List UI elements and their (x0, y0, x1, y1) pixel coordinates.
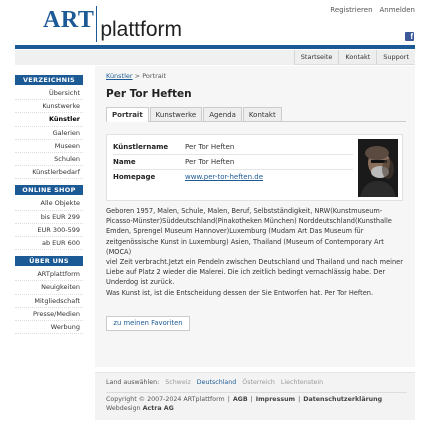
tab-bar: Portrait Kunstwerke Agenda Kontakt (106, 107, 406, 122)
tab-kunstwerke[interactable]: Kunstwerke (149, 107, 203, 121)
country-selector: Land auswählen: Schweiz Deutschland Öste… (106, 379, 323, 386)
account-links: Registrieren Anmelden (330, 6, 415, 14)
sidebar: VERZEICHNIS Übersicht Kunstwerke Künstle… (15, 75, 83, 335)
copyright-row: Copyright © 2007-2024 ARTplattform | AGB… (106, 396, 382, 403)
main-content: Künstler > Portrait Per Tor Heften Portr… (106, 72, 406, 331)
sidebar-item-schulen[interactable]: Schulen (15, 153, 83, 167)
info-value: Per Tor Heften (185, 158, 235, 166)
sidebar-item-alle-objekte[interactable]: Alle Objekte (15, 197, 83, 211)
bio-paragraph: Geboren 1957, Malen, Schule, Malen, Beru… (106, 207, 392, 256)
footer-link-impressum[interactable]: Impressum (256, 396, 295, 403)
login-link[interactable]: Anmelden (380, 6, 415, 14)
portrait-photo-icon (358, 139, 398, 197)
artist-portrait-image[interactable] (358, 139, 398, 197)
country-label: Land auswählen: (106, 379, 160, 386)
footer: Land auswählen: Schweiz Deutschland Öste… (95, 372, 415, 420)
info-row-kuenstlername: Künstlername Per Tor Heften (113, 140, 353, 155)
breadcrumb-link-kuenstler[interactable]: Künstler (106, 72, 133, 80)
info-value: Per Tor Heften (185, 143, 235, 151)
sidebar-item-uebersicht[interactable]: Übersicht (15, 87, 83, 101)
sidebar-item-eur-300-599[interactable]: EUR 300-599 (15, 224, 83, 238)
info-row-name: Name Per Tor Heften (113, 155, 353, 170)
footer-separator: | (250, 396, 253, 403)
sidebar-heading-verzeichnis: VERZEICHNIS (15, 75, 83, 85)
sidebar-item-museen[interactable]: Museen (15, 140, 83, 154)
nav-kontakt[interactable]: Kontakt (338, 50, 376, 64)
webdesign-label: Webdesign (106, 405, 141, 412)
footer-divider (106, 392, 407, 393)
footer-link-datenschutz[interactable]: Datenschutzerklärung (303, 396, 382, 403)
logo-divider (96, 6, 98, 42)
page-title: Per Tor Heften (106, 88, 192, 100)
info-key: Künstlername (113, 143, 169, 151)
country-oesterreich[interactable]: Österreich (242, 379, 275, 386)
sidebar-item-kuenstlerbedarf[interactable]: Künstlerbedarf (15, 166, 83, 180)
sidebar-item-artplattform[interactable]: ARTplattform (15, 268, 83, 282)
info-key: Homepage (113, 173, 156, 181)
sidebar-item-mitgliedschaft[interactable]: Mitgliedschaft (15, 295, 83, 308)
footer-link-agb[interactable]: AGB (233, 396, 248, 403)
webdesign-credit: Webdesign Actra AG (106, 405, 174, 412)
artist-info-table: Künstlername Per Tor Heften Name Per Tor… (113, 140, 353, 185)
info-key: Name (113, 158, 136, 166)
bio-paragraph: viel Zeit verbracht.Jetzt ein Pendeln zw… (106, 258, 403, 287)
top-nav: Startseite Kontakt Support (293, 50, 415, 65)
sidebar-item-ab-eur-600[interactable]: ab EUR 600 (15, 237, 83, 251)
country-liechtenstein[interactable]: Liechtenstein (281, 379, 323, 386)
artist-biography: Geboren 1957, Malen, Schule, Malen, Beru… (106, 206, 406, 298)
header-blue-bar (15, 45, 415, 49)
nav-startseite[interactable]: Startseite (293, 50, 339, 64)
logo[interactable]: ART plattform (43, 6, 182, 44)
homepage-link[interactable]: www.per-tor-heften.de (185, 170, 263, 185)
logo-plattform-text: plattform (100, 18, 183, 41)
footer-separator: | (227, 396, 230, 403)
country-schweiz[interactable]: Schweiz (165, 379, 191, 386)
country-deutschland[interactable]: Deutschland (197, 379, 237, 386)
sidebar-heading-ueber-uns: ÜBER UNS (15, 256, 83, 267)
footer-separator: | (298, 396, 301, 403)
tab-kontakt[interactable]: Kontakt (242, 107, 282, 121)
sidebar-item-werbung[interactable]: Werbung (15, 321, 83, 335)
webdesign-link[interactable]: Actra AG (143, 405, 174, 412)
info-row-homepage: Homepage www.per-tor-heften.de (113, 170, 353, 185)
sidebar-item-galerien[interactable]: Galerien (15, 127, 83, 140)
facebook-icon[interactable]: f (405, 32, 414, 41)
sidebar-item-bis-eur-299[interactable]: bis EUR 299 (15, 211, 83, 224)
tab-portrait[interactable]: Portrait (106, 107, 149, 122)
tab-agenda[interactable]: Agenda (203, 107, 242, 121)
sidebar-item-kuenstler[interactable]: Künstler (15, 113, 83, 127)
copyright-text: Copyright © 2007-2024 ARTplattform (106, 396, 225, 403)
sidebar-item-presse-medien[interactable]: Presse/Medien (15, 308, 83, 322)
breadcrumb-separator: > (134, 72, 141, 80)
add-to-favorites-button[interactable]: zu meinen Favoriten (106, 316, 190, 331)
register-link[interactable]: Registrieren (330, 6, 372, 14)
breadcrumb-current: Portrait (142, 72, 167, 80)
artist-info-box: Künstlername Per Tor Heften Name Per Tor… (106, 134, 403, 201)
sidebar-heading-online-shop: ONLINE SHOP (15, 185, 83, 196)
sidebar-item-kunstwerke[interactable]: Kunstwerke (15, 100, 83, 114)
breadcrumb: Künstler > Portrait (106, 72, 406, 80)
sidebar-item-neuigkeiten[interactable]: Neuigkeiten (15, 281, 83, 295)
bio-paragraph: Was Kunst ist, ist die Entscheidung dess… (106, 288, 374, 297)
logo-art-text: ART (43, 7, 95, 33)
nav-support[interactable]: Support (376, 50, 415, 64)
